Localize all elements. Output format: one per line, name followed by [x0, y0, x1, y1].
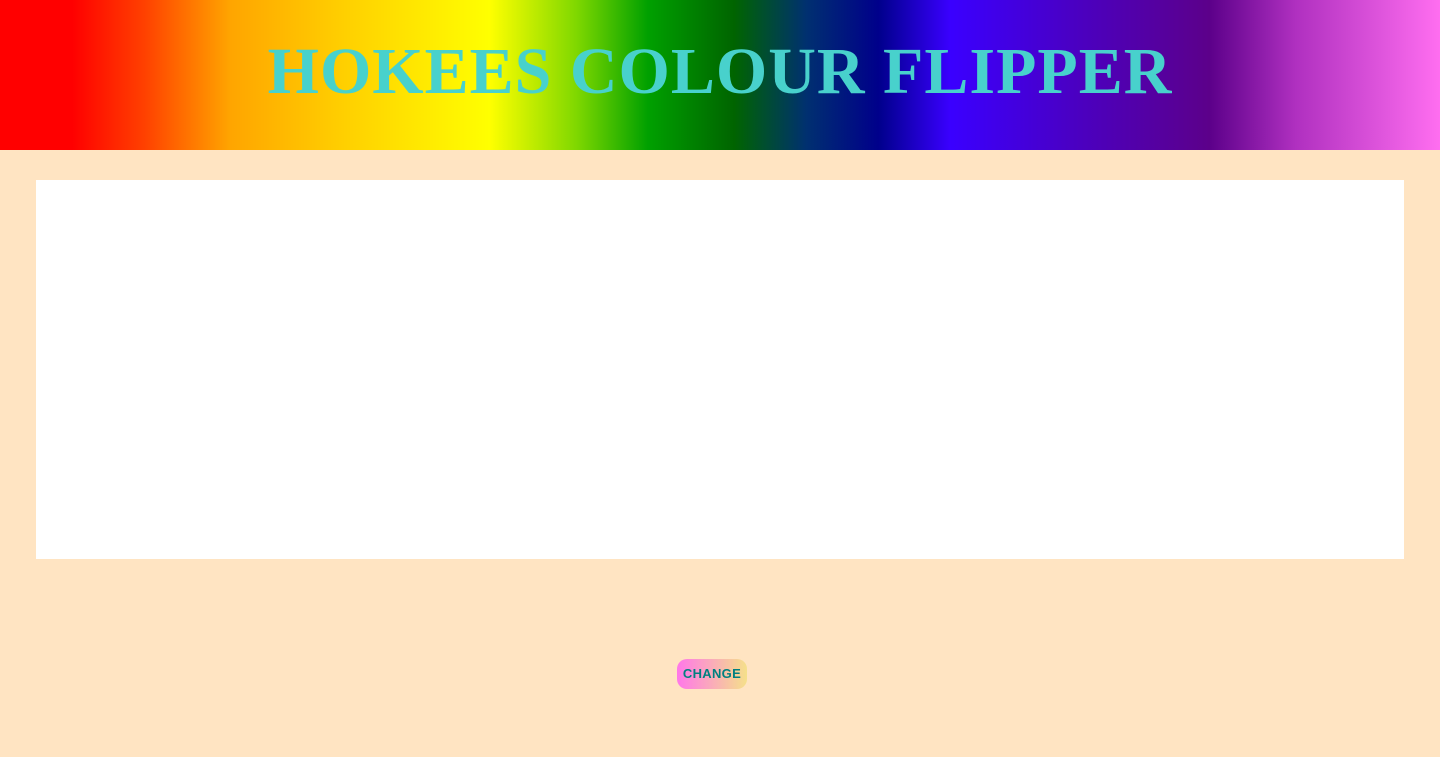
- page-title: HOKEES COLOUR FLIPPER: [267, 35, 1173, 108]
- change-color-button[interactable]: CHANGE: [677, 659, 747, 689]
- rainbow-header: HOKEES COLOUR FLIPPER: [0, 0, 1440, 150]
- color-display-box: [36, 180, 1404, 559]
